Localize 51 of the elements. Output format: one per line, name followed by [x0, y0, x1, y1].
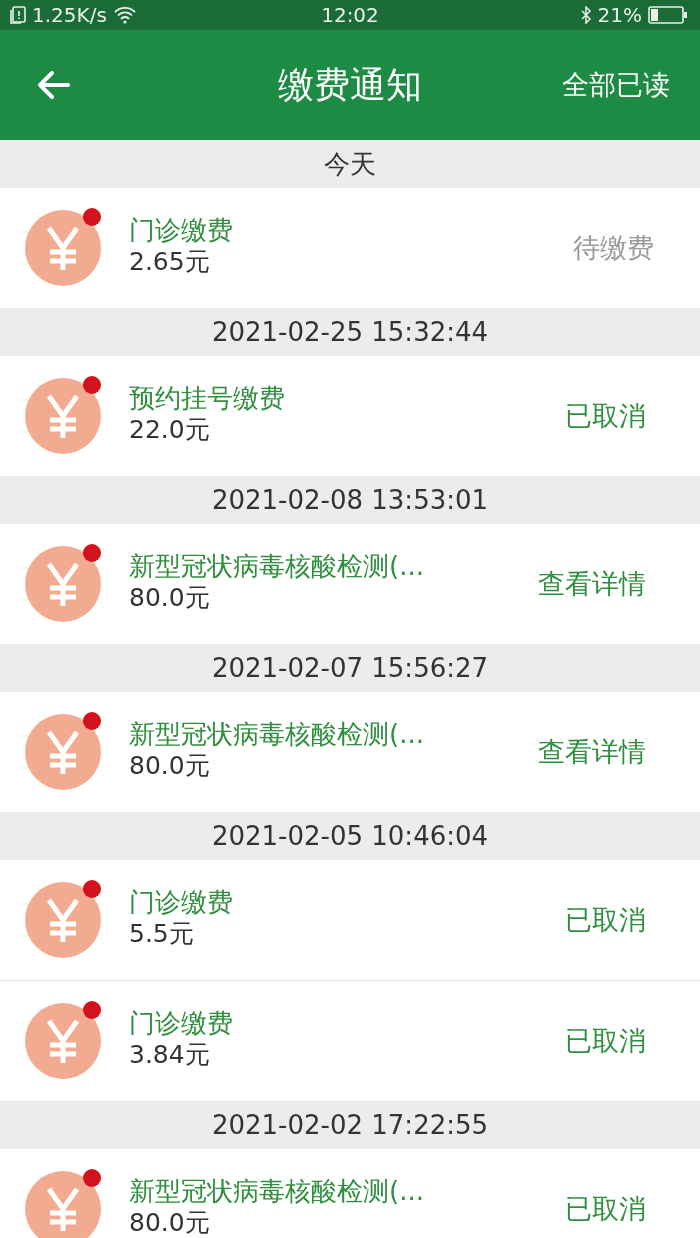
payment-item[interactable]: 门诊缴费 3.84元 已取消	[0, 980, 700, 1101]
mark-all-read-button[interactable]: 全部已读	[562, 67, 670, 103]
yen-icon	[25, 1171, 101, 1238]
item-amount: 22.0元	[129, 415, 211, 445]
date-header: 2021-02-07 15:56:27	[210, 652, 490, 685]
item-amount: 80.0元	[129, 751, 211, 781]
date-header: 2021-02-02 17:22:55	[210, 1109, 490, 1142]
payment-item[interactable]: 预约挂号缴费 22.0元 已取消	[0, 356, 700, 476]
yen-icon	[25, 210, 101, 286]
item-title: 门诊缴费	[129, 885, 234, 919]
item-title: 门诊缴费	[129, 213, 234, 247]
bluetooth-icon	[579, 6, 592, 24]
payment-status[interactable]: 已取消	[565, 398, 646, 434]
item-title: 新型冠状病毒核酸检测(...	[129, 549, 425, 583]
item-amount: 5.5元	[129, 919, 195, 949]
battery-percent: 21%	[597, 3, 642, 27]
item-amount: 2.65元	[129, 247, 211, 277]
payment-item[interactable]: 门诊缴费 2.65元 待缴费	[0, 188, 700, 308]
payment-item[interactable]: 门诊缴费 5.5元 已取消	[0, 860, 700, 980]
item-title: 预约挂号缴费	[129, 381, 286, 415]
yen-icon	[25, 1003, 101, 1079]
date-header: 2021-02-08 13:53:01	[210, 484, 490, 517]
payment-status[interactable]: 已取消	[565, 1191, 646, 1227]
item-amount: 3.84元	[129, 1040, 211, 1070]
payment-status[interactable]: 查看详情	[538, 566, 646, 602]
item-amount: 80.0元	[129, 1208, 211, 1238]
back-arrow-icon[interactable]	[36, 70, 70, 100]
yen-icon	[25, 714, 101, 790]
clock-time: 12:02	[321, 3, 379, 27]
yen-icon	[25, 882, 101, 958]
network-speed: 1.25K/s	[32, 3, 107, 27]
item-title: 新型冠状病毒核酸检测(...	[129, 1174, 425, 1208]
payment-status[interactable]: 已取消	[565, 1023, 646, 1059]
sim-icon	[10, 6, 26, 24]
page-title: 缴费通知	[278, 62, 422, 107]
item-title: 门诊缴费	[129, 1006, 234, 1040]
item-amount: 80.0元	[129, 583, 211, 613]
battery-icon	[648, 6, 688, 24]
payment-status: 待缴费	[573, 231, 654, 265]
payment-item[interactable]: 新型冠状病毒核酸检测(... 80.0元 已取消	[0, 1149, 700, 1238]
item-title: 新型冠状病毒核酸检测(...	[129, 717, 425, 751]
yen-icon	[25, 546, 101, 622]
date-header: 今天	[323, 147, 377, 181]
yen-icon	[25, 378, 101, 454]
payment-status[interactable]: 查看详情	[538, 734, 646, 770]
date-header: 2021-02-05 10:46:04	[210, 820, 490, 853]
payment-item[interactable]: 新型冠状病毒核酸检测(... 80.0元 查看详情	[0, 692, 700, 812]
payment-item[interactable]: 新型冠状病毒核酸检测(... 80.0元 查看详情	[0, 524, 700, 644]
date-header: 2021-02-25 15:32:44	[210, 316, 490, 349]
wifi-icon	[112, 6, 137, 24]
payment-status[interactable]: 已取消	[565, 902, 646, 938]
